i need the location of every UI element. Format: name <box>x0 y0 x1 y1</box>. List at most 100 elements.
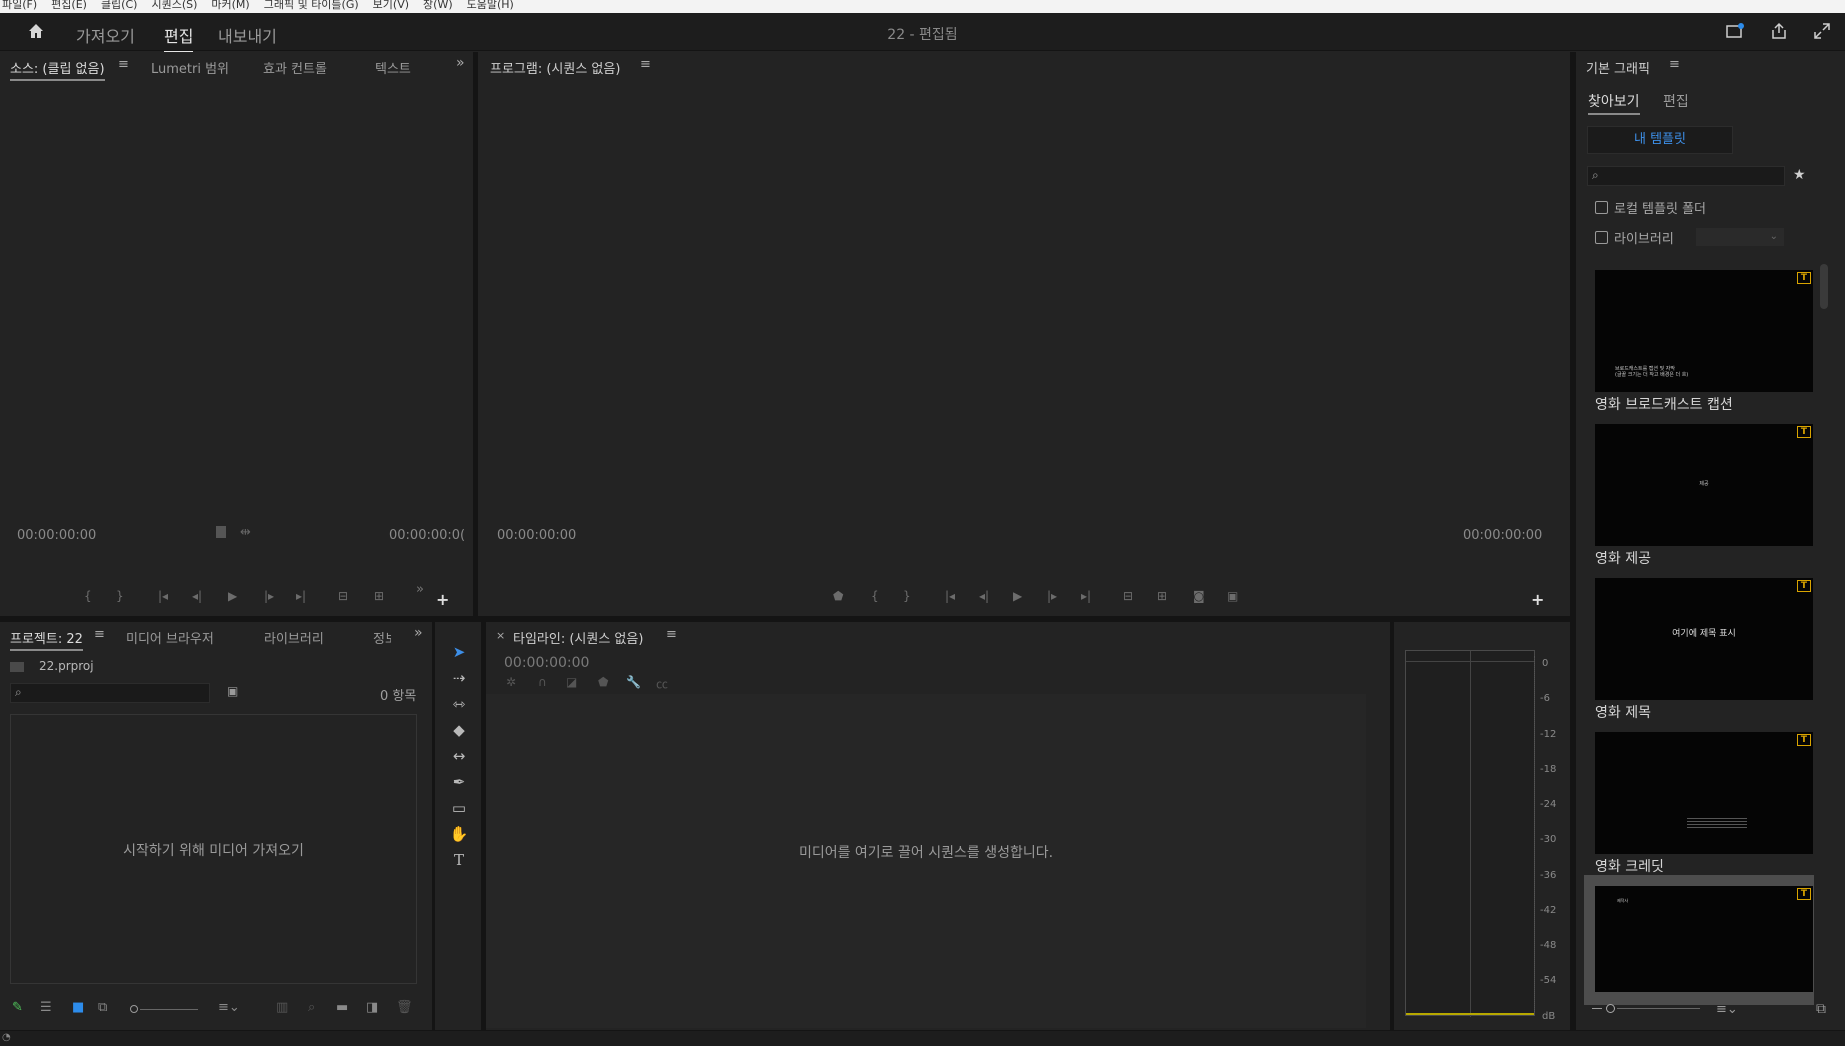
new-bin-from-search-icon[interactable]: ▣ <box>227 684 238 698</box>
template-thumbnail[interactable]: T 브로드캐스트를 캡션 및 자막 (글꼴 크기는 더 작고 배경은 더 흐) <box>1595 270 1813 392</box>
add-button[interactable]: + <box>436 590 449 609</box>
go-to-in-icon[interactable]: |◂ <box>945 589 955 603</box>
step-forward-icon[interactable]: |▸ <box>264 589 274 603</box>
add-marker-icon[interactable]: ⬟ <box>598 675 608 689</box>
camera-icon[interactable]: ◙ <box>1193 589 1205 603</box>
find-icon[interactable]: ⌕ <box>308 1000 315 1015</box>
play-icon[interactable]: ▶ <box>228 589 237 603</box>
search-input[interactable]: ⌕ <box>10 683 210 703</box>
tab-source[interactable]: 소스: (클립 없음) <box>10 58 105 81</box>
sort-icon[interactable]: ≡⌄ <box>218 1000 240 1015</box>
compare-icon[interactable]: ▣ <box>1227 589 1238 603</box>
menu-help[interactable]: 도움말(H) <box>467 0 514 13</box>
new-bin-icon[interactable]: ▬ <box>336 1000 348 1015</box>
template-search-input[interactable]: ⌕ <box>1587 166 1785 186</box>
list-view-icon[interactable]: ☰ <box>40 1000 52 1015</box>
mark-in-icon[interactable]: { <box>84 589 92 603</box>
fullscreen-icon[interactable] <box>1813 22 1831 40</box>
project-items-area[interactable]: 시작하기 위해 미디어 가져오기 <box>10 714 417 984</box>
share-icon[interactable] <box>1770 22 1788 40</box>
snap-icon[interactable]: ∩ <box>538 675 547 689</box>
source-timecode-in[interactable]: 00:00:00:00 <box>17 528 96 543</box>
panel-menu-icon[interactable]: ≡ <box>1669 57 1680 72</box>
menu-view[interactable]: 보기(V) <box>373 0 409 13</box>
go-to-in-icon[interactable]: |◂ <box>158 589 168 603</box>
more-tabs-icon[interactable]: » <box>414 625 423 641</box>
tab-effect-controls[interactable]: 효과 컨트롤 <box>263 58 327 77</box>
timeline-drop-area[interactable]: 미디어를 여기로 끌어 시퀀스를 생성합니다. <box>486 694 1366 1028</box>
program-timecode-duration[interactable]: 00:00:00:00 <box>1463 528 1542 543</box>
tab-program[interactable]: 프로그램: (시퀀스 없음) <box>490 58 620 77</box>
step-back-icon[interactable]: ◂| <box>192 589 202 603</box>
menu-clip[interactable]: 클립(C) <box>101 0 138 13</box>
tab-info[interactable]: 정보 <box>373 628 391 647</box>
tab-lumetri-scopes[interactable]: Lumetri 범위 <box>151 58 229 77</box>
tab-browse[interactable]: 찾아보기 <box>1588 91 1640 115</box>
tab-graphics-edit[interactable]: 편집 <box>1663 91 1689 111</box>
program-timecode-current[interactable]: 00:00:00:00 <box>497 528 576 543</box>
step-back-icon[interactable]: ◂| <box>979 589 989 603</box>
ripple-edit-tool-icon[interactable]: ⇿ <box>447 694 471 714</box>
close-icon[interactable]: × <box>496 629 505 642</box>
workspace-icon[interactable] <box>1726 23 1744 39</box>
mark-out-icon[interactable]: } <box>903 589 911 603</box>
track-select-tool-icon[interactable]: ⇢ <box>447 668 471 688</box>
my-templates-button[interactable]: 내 템플릿 <box>1587 126 1733 154</box>
local-templates-checkbox[interactable] <box>1595 201 1608 214</box>
linked-selection-icon[interactable]: ◪ <box>566 675 577 689</box>
trim-icon[interactable]: ⇹ <box>240 525 251 540</box>
timeline-timecode[interactable]: 00:00:00:00 <box>504 655 589 671</box>
menu-sequence[interactable]: 시퀀스(S) <box>151 0 197 13</box>
captions-icon[interactable]: ㏄ <box>656 675 668 692</box>
template-thumbnail[interactable]: T 제작사 <box>1595 886 1813 992</box>
razor-tool-icon[interactable]: ◆ <box>447 720 471 740</box>
menu-edit[interactable]: 편집(E) <box>51 0 87 13</box>
clear-icon[interactable]: 🗑 <box>396 1000 413 1015</box>
extract-icon[interactable]: ⊞ <box>1157 589 1167 603</box>
menu-file[interactable]: 파일(F) <box>2 0 37 13</box>
automate-icon[interactable]: ▥ <box>276 1000 288 1015</box>
menu-graphics[interactable]: 그래픽 및 타이틀(G) <box>264 0 359 13</box>
hand-tool-icon[interactable]: ✋ <box>447 824 471 844</box>
nest-icon[interactable]: ✲ <box>506 675 516 689</box>
panel-menu-icon[interactable]: ≡ <box>94 627 105 642</box>
thumbnail-size-slider-handle[interactable] <box>1606 1004 1615 1013</box>
play-icon[interactable]: ▶ <box>1013 589 1022 603</box>
mark-out-icon[interactable]: } <box>116 589 124 603</box>
add-marker-icon[interactable]: ⬟ <box>833 589 843 603</box>
tab-project[interactable]: 프로젝트: 22 <box>10 628 83 651</box>
star-icon[interactable]: ★ <box>1793 167 1806 183</box>
zoom-slider[interactable] <box>140 1009 198 1010</box>
more-tabs-icon[interactable]: » <box>456 55 465 71</box>
wrench-icon[interactable]: 🔧 <box>626 675 641 689</box>
library-checkbox[interactable] <box>1595 231 1608 244</box>
tab-timeline[interactable]: 타임라인: (시퀀스 없음) <box>513 628 643 647</box>
fit-icon[interactable] <box>216 526 226 538</box>
panel-menu-icon[interactable]: ≡ <box>118 57 129 72</box>
step-forward-icon[interactable]: |▸ <box>1047 589 1057 603</box>
template-thumbnail[interactable]: T 여기에 제목 표시 <box>1595 578 1813 700</box>
tab-media-browser[interactable]: 미디어 브라우저 <box>126 628 214 647</box>
selection-tool-icon[interactable]: ➤ <box>447 642 471 662</box>
type-tool-icon[interactable]: T <box>447 850 471 870</box>
template-thumbnail[interactable]: T 제공 <box>1595 424 1813 546</box>
template-thumbnail[interactable]: T <box>1595 732 1813 854</box>
mark-in-icon[interactable]: { <box>871 589 879 603</box>
slip-tool-icon[interactable]: ↔ <box>447 746 471 766</box>
menu-marker[interactable]: 마커(M) <box>211 0 249 13</box>
pen-tool-icon[interactable]: ✒ <box>447 772 471 792</box>
zoom-out-icon[interactable] <box>1592 1008 1602 1009</box>
lift-icon[interactable]: ⊟ <box>1123 589 1133 603</box>
go-to-out-icon[interactable]: ▸| <box>296 589 306 603</box>
insert-icon[interactable]: ⊟ <box>338 589 348 603</box>
new-layer-icon[interactable]: ⧉ <box>1816 1001 1826 1017</box>
library-dropdown[interactable]: ⌄ <box>1696 228 1784 246</box>
go-to-out-icon[interactable]: ▸| <box>1081 589 1091 603</box>
zoom-slider-handle[interactable] <box>130 1005 138 1013</box>
menu-window[interactable]: 창(W) <box>423 0 453 13</box>
scrollbar[interactable] <box>1820 264 1828 309</box>
new-item-icon[interactable]: ◨ <box>366 1000 378 1015</box>
panel-menu-icon[interactable]: ≡ <box>640 57 651 72</box>
panel-menu-icon[interactable]: ≡ <box>666 627 677 642</box>
overwrite-icon[interactable]: ⊞ <box>374 589 384 603</box>
